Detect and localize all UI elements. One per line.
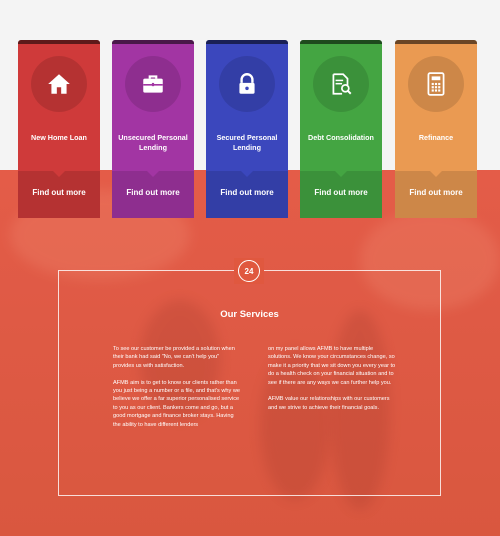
card-debt-consolidation[interactable]: Debt Consolidation Find out more xyxy=(300,40,382,218)
find-out-more-link[interactable]: Find out more xyxy=(395,188,477,197)
card-title: Secured Personal Lending xyxy=(216,133,278,152)
find-out-more-link[interactable]: Find out more xyxy=(300,188,382,197)
card-title: Unsecured Personal Lending xyxy=(118,133,188,152)
service-cards: New Home Loan Find out more Unsecured Pe… xyxy=(0,40,500,218)
card-title: Debt Consolidation xyxy=(308,133,374,142)
phone-24-icon: 24 xyxy=(234,258,264,284)
card-secured-personal-lending[interactable]: Secured Personal Lending Find out more xyxy=(206,40,288,218)
paragraph: on my panel allows AFMB to have multiple… xyxy=(268,346,396,386)
services-text-right: on my panel allows AFMB to have multiple… xyxy=(268,345,396,421)
lock-icon xyxy=(219,56,275,112)
find-out-more-link[interactable]: Find out more xyxy=(206,188,288,197)
find-out-more-link[interactable]: Find out more xyxy=(112,188,194,197)
card-title: New Home Loan xyxy=(31,133,87,142)
home-icon xyxy=(31,56,87,112)
badge-number: 24 xyxy=(244,266,254,276)
card-refinance[interactable]: Refinance Find out more xyxy=(395,40,477,218)
paragraph: AFMB value our relationships with our cu… xyxy=(268,396,390,411)
calculator-icon xyxy=(408,56,464,112)
briefcase-icon xyxy=(125,56,181,112)
paragraph: To see our customer be provided a soluti… xyxy=(113,346,235,369)
card-unsecured-personal-lending[interactable]: Unsecured Personal Lending Find out more xyxy=(112,40,194,218)
card-new-home-loan[interactable]: New Home Loan Find out more xyxy=(18,40,100,218)
services-title: Our Services xyxy=(220,309,279,320)
paragraph: AFMB aim is to get to know our clients r… xyxy=(113,379,240,428)
document-search-icon xyxy=(313,56,369,112)
services-text-left: To see our customer be provided a soluti… xyxy=(113,345,241,437)
card-title: Refinance xyxy=(418,133,454,142)
find-out-more-link[interactable]: Find out more xyxy=(18,188,100,197)
